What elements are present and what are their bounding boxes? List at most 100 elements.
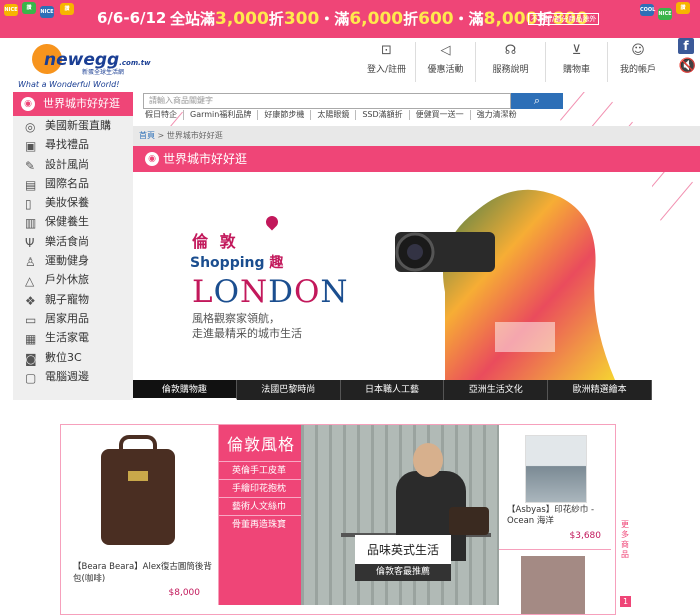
sidebar-item-label: 美國新蛋直購 [45,119,111,132]
sidebar-item[interactable]: ▦ 生活家電 [13,328,133,347]
breadcrumb: 首頁 > 世界城市好好逛 [133,126,700,146]
sidebar-item[interactable]: ▢ 電腦週邊 [13,367,133,386]
search-icon: ⌕ [533,94,541,107]
style-list: 倫敦風格 英倫手工皮革 手繪印花抱枕 藝術人文絲巾 骨董再造珠寶 [219,425,301,605]
sidebar-item[interactable]: ◙ 數位3C [13,348,133,367]
product-card[interactable] [499,549,611,615]
banner-tab[interactable]: 法國巴黎時尚 [237,380,341,400]
quick-link[interactable]: 假日特企 [143,110,184,120]
backpack-image [101,435,175,545]
page-title: 世界城市好好逛 [163,152,248,166]
breadcrumb-home[interactable]: 首頁 [139,131,155,140]
more-products-badge: 1 [620,596,631,607]
badge-bubble: COOL [640,4,655,16]
sidebar-item[interactable]: ◎ 美國新蛋直購 [13,116,133,135]
quick-link[interactable]: SSD滿額折 [356,110,410,120]
headset-icon: ☊ [504,43,517,58]
sidebar-item[interactable]: ▥ 保健養生 [13,212,133,231]
banner-tagline-2: 走進最精采的城市生活 [192,327,302,340]
sidebar-item[interactable]: ▣ 尋找禮品 [13,135,133,154]
product-card[interactable]: 【Beara Beara】Alex復古圓筒後背包(咖啡) $8,000 [61,425,219,605]
feature-image[interactable]: 品味英式生活 倫敦客最推薦 [301,425,499,605]
sidebar-item[interactable]: Ψ 樂活食尚 [13,232,133,251]
quick-link[interactable]: 太陽眼鏡 [311,110,357,120]
banner-tab[interactable]: 倫敦購物趣 [133,380,237,400]
quick-link[interactable]: Garmin福利品牌 [184,110,259,120]
product-card[interactable]: 【Asbyas】印花紗巾 - Ocean 海洋 $3,680 [499,425,611,549]
product-price: $8,000 [168,588,201,598]
city-icon: ◉ [145,152,159,166]
social-links: f 🔇 [678,38,700,84]
sidebar-item[interactable]: △ 戶外休旅 [13,270,133,289]
promo-banner[interactable]: NICE 讚 NICE 讚 6/6-6/12 全站滿3,000折300・滿6,0… [0,0,700,38]
badge-bubble: NICE [40,6,54,18]
location-pin-icon [263,213,281,231]
feature-caption: 品味英式生活 倫敦客最推薦 [355,535,451,581]
sidebar-item-label: 電腦週邊 [45,369,89,383]
cart-icon: ⊻ [571,43,582,58]
badge-bubble: 讚 [60,3,74,15]
nav-login[interactable]: ⊡ 登入/註冊 [358,42,416,82]
scarf-image [525,435,587,503]
product-name: 【Asbyas】印花紗巾 - Ocean 海洋 [507,505,595,526]
sidebar-item-label: 國際名品 [45,176,89,190]
quick-link[interactable]: 好康節步機 [258,110,312,120]
sound-mute-icon[interactable]: 🔇 [679,58,696,74]
newegg-logo[interactable]: newegg.com.tw 新蛋全球生活網 What a Wonderful W… [14,39,151,90]
more-products-tab[interactable]: 更多商品 [618,520,632,560]
badge-bubble: NICE [4,4,18,16]
product-name: 【Beara Beara】Alex復古圓筒後背包(咖啡) [73,562,212,584]
style-list-item[interactable]: 骨董再造珠寶 [219,515,301,533]
promo-headline: 全站滿3,000折300・滿6,000折600・滿8,000折800 [170,9,588,29]
style-list-item[interactable]: 手繪印花抱枕 [219,479,301,497]
banner-tabs: 倫敦購物趣 法國巴黎時尚 日本職人工藝 亞洲生活文化 歐洲精選繪本 [133,380,652,400]
sidebar-item[interactable]: ❖ 親子寵物 [13,290,133,309]
sidebar-item-label: 美妝保養 [45,196,89,210]
sidebar-item-label: 運動健身 [45,254,89,268]
login-icon: ⊡ [381,43,392,58]
banner-tab[interactable]: 日本職人工藝 [341,380,445,400]
style-items: 英倫手工皮革 手繪印花抱枕 藝術人文絲巾 骨董再造珠寶 [219,461,301,533]
decor-stripe [660,181,693,221]
quick-links: 假日特企 Garmin福利品牌 好康節步機 太陽眼鏡 SSD滿額折 便健買一送一 強力清潔粉 [143,110,583,122]
sidebar-item[interactable]: ▭ 居家用品 [13,309,133,328]
hero-banner[interactable]: 倫 敦 Shopping 趣 LONDON 風格觀察家領航， 走進最精采的城市生… [170,172,652,380]
product-showcase: 【Beara Beara】Alex復古圓筒後背包(咖啡) $8,000 倫敦風格… [60,424,616,615]
quick-link[interactable]: 便健買一送一 [410,110,471,120]
banner-tab[interactable]: 亞洲生活文化 [444,380,549,400]
sidebar-item-label: 親子寵物 [45,292,89,306]
sidebar-item[interactable]: ✎ 設計風尚 [13,155,133,174]
badge-bubble: 讚 [22,2,36,14]
sidebar-item-label: 設計風尚 [45,157,89,171]
sidebar-item-label: 樂活食尚 [45,234,89,248]
banner-city: 倫 敦 [192,232,239,251]
sidebar-item[interactable]: ▤ 國際名品 [13,174,133,193]
banner-photo [395,189,615,380]
search-button[interactable]: ⌕ [511,93,563,109]
megaphone-icon: ◁ [440,43,451,58]
style-list-item[interactable]: 英倫手工皮革 [219,461,301,479]
sidebar-item-label: 數位3C [45,350,82,364]
style-list-item[interactable]: 藝術人文絲巾 [219,497,301,515]
sidebar-item-label: 保健養生 [45,215,89,229]
nav-cart[interactable]: ⊻ 購物車 [546,42,608,82]
sidebar-item-label: 戶外休旅 [45,273,89,287]
facebook-icon[interactable]: f [678,38,694,54]
artwork-image [521,556,585,614]
breadcrumb-current: 世界城市好好逛 [166,131,223,140]
sidebar-item[interactable]: ▯ 美妝保養 [13,193,133,212]
page-title-bar: ◉ 世界城市好好逛 [133,146,700,172]
nav-account[interactable]: ☺ 我的帳戶 [608,42,668,82]
badge-bubble: 讚 [676,2,690,14]
sidebar-header[interactable]: ◉ 世界城市好好逛 [13,92,133,116]
logo-slogan: What a Wonderful World! [18,80,120,89]
search-input[interactable]: 請輸入商品關鍵字 [143,93,511,109]
sidebar-item[interactable]: ♙ 運動健身 [13,251,133,270]
banner-tab[interactable]: 歐洲精選繪本 [548,380,652,400]
nav-service[interactable]: ☊ 服務說明 [476,42,546,82]
banner-london: LONDON [192,274,349,310]
account-icon: ☺ [631,43,645,58]
quick-link[interactable]: 強力清潔粉 [471,110,523,120]
promo-note: 不累折/部分商品除外 [528,13,600,25]
nav-promotions[interactable]: ◁ 優惠活動 [416,42,476,82]
